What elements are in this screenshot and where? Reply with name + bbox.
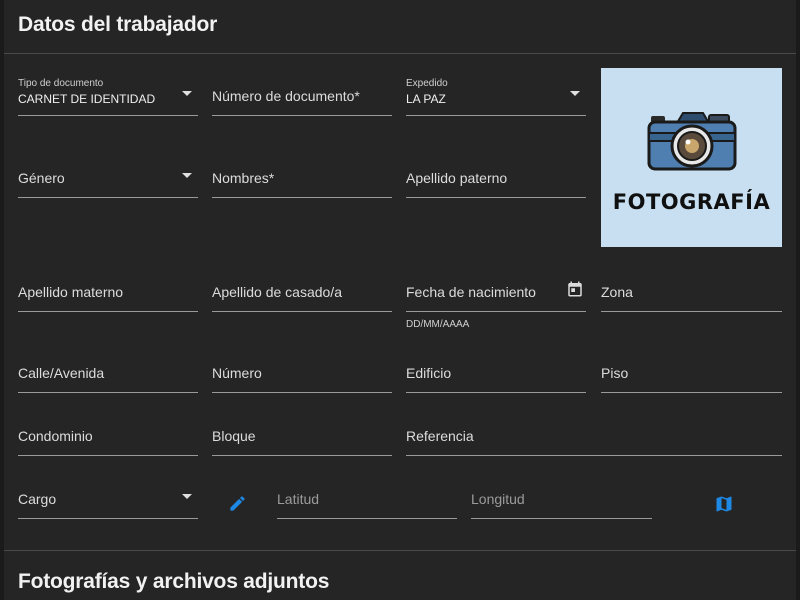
latitude-field[interactable]: Latitud: [277, 471, 457, 519]
field-underline: [212, 392, 392, 393]
document-number-field[interactable]: Número de documento*: [212, 68, 392, 116]
issued-in-label: Expedido: [406, 78, 448, 89]
birth-date-field[interactable]: Fecha de nacimiento: [406, 264, 586, 312]
latitude-label: Latitud: [277, 491, 320, 507]
longitude-field[interactable]: Longitud: [471, 471, 652, 519]
gender-label: Género: [18, 170, 65, 186]
field-underline: [212, 311, 392, 312]
field-underline: [18, 197, 198, 198]
field-underline: [18, 115, 198, 116]
calendar-icon[interactable]: [566, 280, 584, 298]
field-underline: [601, 392, 782, 393]
map-icon[interactable]: [714, 494, 734, 514]
position-select[interactable]: Cargo: [18, 471, 198, 519]
document-number-label: Número de documento*: [212, 88, 360, 104]
reference-label: Referencia: [406, 428, 474, 444]
street-label: Calle/Avenida: [18, 365, 105, 381]
street-field[interactable]: Calle/Avenida: [18, 345, 198, 393]
zone-label: Zona: [601, 284, 633, 300]
field-underline: [18, 311, 198, 312]
photo-placeholder-text: FOTOGRAFÍA: [612, 190, 771, 214]
zone-field[interactable]: Zona: [601, 264, 782, 312]
field-underline: [18, 455, 198, 456]
field-underline: [406, 392, 586, 393]
street-number-label: Número: [212, 365, 262, 381]
field-underline: [406, 115, 586, 116]
field-underline: [212, 197, 392, 198]
names-field[interactable]: Nombres*: [212, 150, 392, 198]
floor-field[interactable]: Piso: [601, 345, 782, 393]
worker-data-card: Datos del trabajador Tipo de documento C…: [4, 0, 796, 600]
header-divider: [4, 53, 796, 54]
issued-in-select[interactable]: Expedido LA PAZ: [406, 68, 586, 116]
paternal-surname-field[interactable]: Apellido paterno: [406, 150, 586, 198]
field-underline: [212, 455, 392, 456]
pencil-icon[interactable]: [228, 494, 247, 513]
maternal-surname-field[interactable]: Apellido materno: [18, 264, 198, 312]
floor-label: Piso: [601, 365, 629, 381]
dropdown-arrow-icon: [570, 91, 580, 96]
paternal-surname-label: Apellido paterno: [406, 170, 508, 186]
field-underline: [277, 518, 457, 519]
issued-in-value: LA PAZ: [406, 92, 446, 106]
document-type-label: Tipo de documento: [18, 78, 104, 89]
document-type-select[interactable]: Tipo de documento CARNET DE IDENTIDAD: [18, 68, 198, 116]
camera-icon: [647, 112, 737, 171]
building-label: Edificio: [406, 365, 452, 381]
section-divider: [4, 550, 796, 551]
field-underline: [212, 115, 392, 116]
field-underline: [406, 197, 586, 198]
attachments-section-title: Fotografías y archivos adjuntos: [18, 570, 330, 593]
position-label: Cargo: [18, 491, 57, 507]
street-number-field[interactable]: Número: [212, 345, 392, 393]
field-underline: [601, 311, 782, 312]
dropdown-arrow-icon: [182, 91, 192, 96]
dropdown-arrow-icon: [182, 494, 192, 499]
condominium-field[interactable]: Condominio: [18, 408, 198, 456]
married-surname-field[interactable]: Apellido de casado/a: [212, 264, 392, 312]
birth-date-label: Fecha de nacimiento: [406, 284, 536, 300]
longitude-label: Longitud: [471, 491, 525, 507]
gender-select[interactable]: Género: [18, 150, 198, 198]
names-label: Nombres*: [212, 170, 275, 186]
building-field[interactable]: Edificio: [406, 345, 586, 393]
maternal-surname-label: Apellido materno: [18, 284, 124, 300]
field-underline: [406, 311, 586, 312]
field-underline: [471, 518, 652, 519]
document-type-value: CARNET DE IDENTIDAD: [18, 92, 156, 106]
photo-upload[interactable]: FOTOGRAFÍA: [601, 68, 782, 247]
block-label: Bloque: [212, 428, 256, 444]
field-underline: [18, 392, 198, 393]
dropdown-arrow-icon: [182, 173, 192, 178]
condominium-label: Condominio: [18, 428, 93, 444]
reference-field[interactable]: Referencia: [406, 408, 782, 456]
birth-date-hint: DD/MM/AAAA: [406, 319, 470, 330]
block-field[interactable]: Bloque: [212, 408, 392, 456]
field-underline: [406, 455, 782, 456]
section-title: Datos del trabajador: [18, 13, 218, 36]
field-underline: [18, 518, 198, 519]
married-surname-label: Apellido de casado/a: [212, 284, 342, 300]
